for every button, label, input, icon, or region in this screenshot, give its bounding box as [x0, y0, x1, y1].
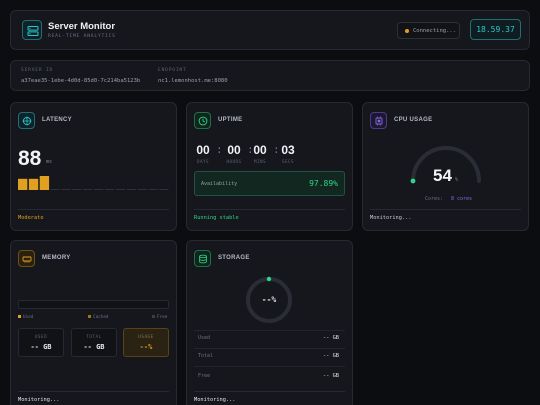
header-bar: Server Monitor REAL-TIME ANALYTICS Conne…	[10, 10, 530, 50]
latency-history-bar	[72, 189, 82, 190]
latency-card: LATENCY 88 ms Moderate	[10, 102, 177, 231]
storage-title: STORAGE	[218, 255, 250, 261]
uptime-hours: 00	[227, 143, 241, 157]
divider	[194, 366, 345, 367]
cpu-cores-label: Cores:	[425, 196, 444, 202]
memory-card: MEMORY Used Cached Free USED -- GB TOTAL…	[10, 240, 177, 405]
server-id-value: a37eae35-1ebe-4d0d-85d0-7c214ba5123b	[21, 78, 141, 84]
app-subtitle: REAL-TIME ANALYTICS	[48, 34, 116, 39]
latency-history-bar	[83, 189, 93, 190]
memory-used-label: USED	[34, 335, 48, 340]
latency-history-bar	[126, 189, 136, 190]
memory-total-value: -- GB	[83, 343, 105, 351]
memory-usage-label: USAGE	[138, 335, 154, 340]
uptime-mins-label: MINS	[253, 159, 267, 164]
endpoint-value: nc1.lemonhost.me:8080	[158, 78, 228, 84]
database-icon	[194, 250, 211, 267]
server-icon	[22, 20, 42, 40]
cpu-title: CPU USAGE	[394, 117, 433, 123]
divider	[370, 209, 521, 210]
clock: 18.59.37	[470, 19, 521, 40]
latency-history-bar	[137, 189, 147, 190]
uptime-mins: 00	[253, 143, 267, 157]
uptime-card: UPTIME 00 : 00 : 00 : 03 DAYS HOURS MINS…	[186, 102, 353, 231]
cpu-icon	[370, 112, 387, 129]
latency-history-bar	[50, 189, 60, 190]
endpoint-label: ENDPOINT	[158, 68, 187, 73]
uptime-hours-label: HOURS	[226, 159, 242, 164]
latency-history-bar	[39, 176, 50, 190]
divider	[194, 209, 345, 210]
availability-box: Availability 97.89%	[194, 171, 345, 196]
availability-value: 97.89%	[309, 179, 338, 188]
latency-history-bars	[18, 176, 169, 190]
storage-row-total: Total -- GB	[198, 353, 339, 359]
legend-used: Used	[18, 315, 33, 320]
memory-total-label: TOTAL	[86, 335, 102, 340]
divider	[18, 391, 169, 392]
uptime-separator: :	[216, 143, 223, 156]
cpu-card: CPU USAGE 54 % Cores: 8 cores Monitoring…	[362, 102, 529, 231]
uptime-secs-label: SECS	[281, 159, 295, 164]
server-id-label: SERVER ID	[21, 68, 54, 73]
latency-value: 88	[18, 147, 42, 170]
latency-unit: ms	[46, 159, 53, 165]
memory-usage-value: --%	[139, 343, 153, 351]
memory-usage-box: USAGE --%	[123, 328, 169, 357]
connection-status-text: Connecting...	[413, 28, 457, 34]
memory-status: Monitoring...	[18, 397, 60, 403]
cpu-cores-value: 8 cores	[451, 196, 473, 202]
uptime-status: Running stable	[194, 215, 239, 221]
uptime-title: UPTIME	[218, 117, 243, 123]
app-title: Server Monitor	[48, 21, 116, 32]
memory-usage-bar	[18, 300, 169, 309]
cpu-value: 54	[433, 166, 452, 185]
memory-icon	[18, 250, 35, 267]
latency-history-bar	[18, 178, 28, 190]
divider	[18, 209, 169, 210]
latency-history-bar	[61, 189, 71, 190]
storage-status: Monitoring...	[194, 397, 236, 403]
legend-cached: Cached	[88, 315, 109, 320]
availability-label: Availability	[201, 181, 238, 187]
storage-card: STORAGE --% Used -- GB Total -- GB Free …	[186, 240, 353, 405]
latency-history-bar	[148, 189, 158, 190]
crosshair-icon	[18, 112, 35, 129]
clock-icon	[194, 112, 211, 129]
latency-title: LATENCY	[42, 117, 72, 123]
divider	[194, 391, 345, 392]
memory-used-value: -- GB	[30, 343, 52, 351]
uptime-days: 00	[196, 143, 210, 157]
latency-history-bar	[159, 189, 169, 190]
latency-history-bar	[28, 178, 39, 190]
latency-history-bar	[115, 189, 126, 190]
status-dot-icon	[405, 29, 409, 33]
connection-status: Connecting...	[397, 22, 460, 39]
latency-history-bar	[94, 189, 104, 190]
storage-row-free: Free -- GB	[198, 373, 339, 379]
legend-free: Free	[152, 315, 167, 320]
latency-status: Moderate	[18, 215, 44, 221]
storage-row-used: Used -- GB	[198, 335, 339, 341]
uptime-secs: 03	[281, 143, 295, 157]
memory-title: MEMORY	[42, 255, 71, 261]
cpu-status: Monitoring...	[370, 215, 412, 221]
cpu-gauge-indicator	[410, 178, 416, 184]
latency-history-bar	[104, 189, 115, 190]
memory-used-box: USED -- GB	[18, 328, 64, 357]
server-info-bar: SERVER ID a37eae35-1ebe-4d0d-85d0-7c214b…	[10, 60, 530, 91]
storage-percent: --%	[261, 295, 277, 304]
uptime-days-label: DAYS	[196, 159, 210, 164]
cpu-unit: %	[455, 177, 459, 183]
memory-total-box: TOTAL -- GB	[71, 328, 117, 357]
